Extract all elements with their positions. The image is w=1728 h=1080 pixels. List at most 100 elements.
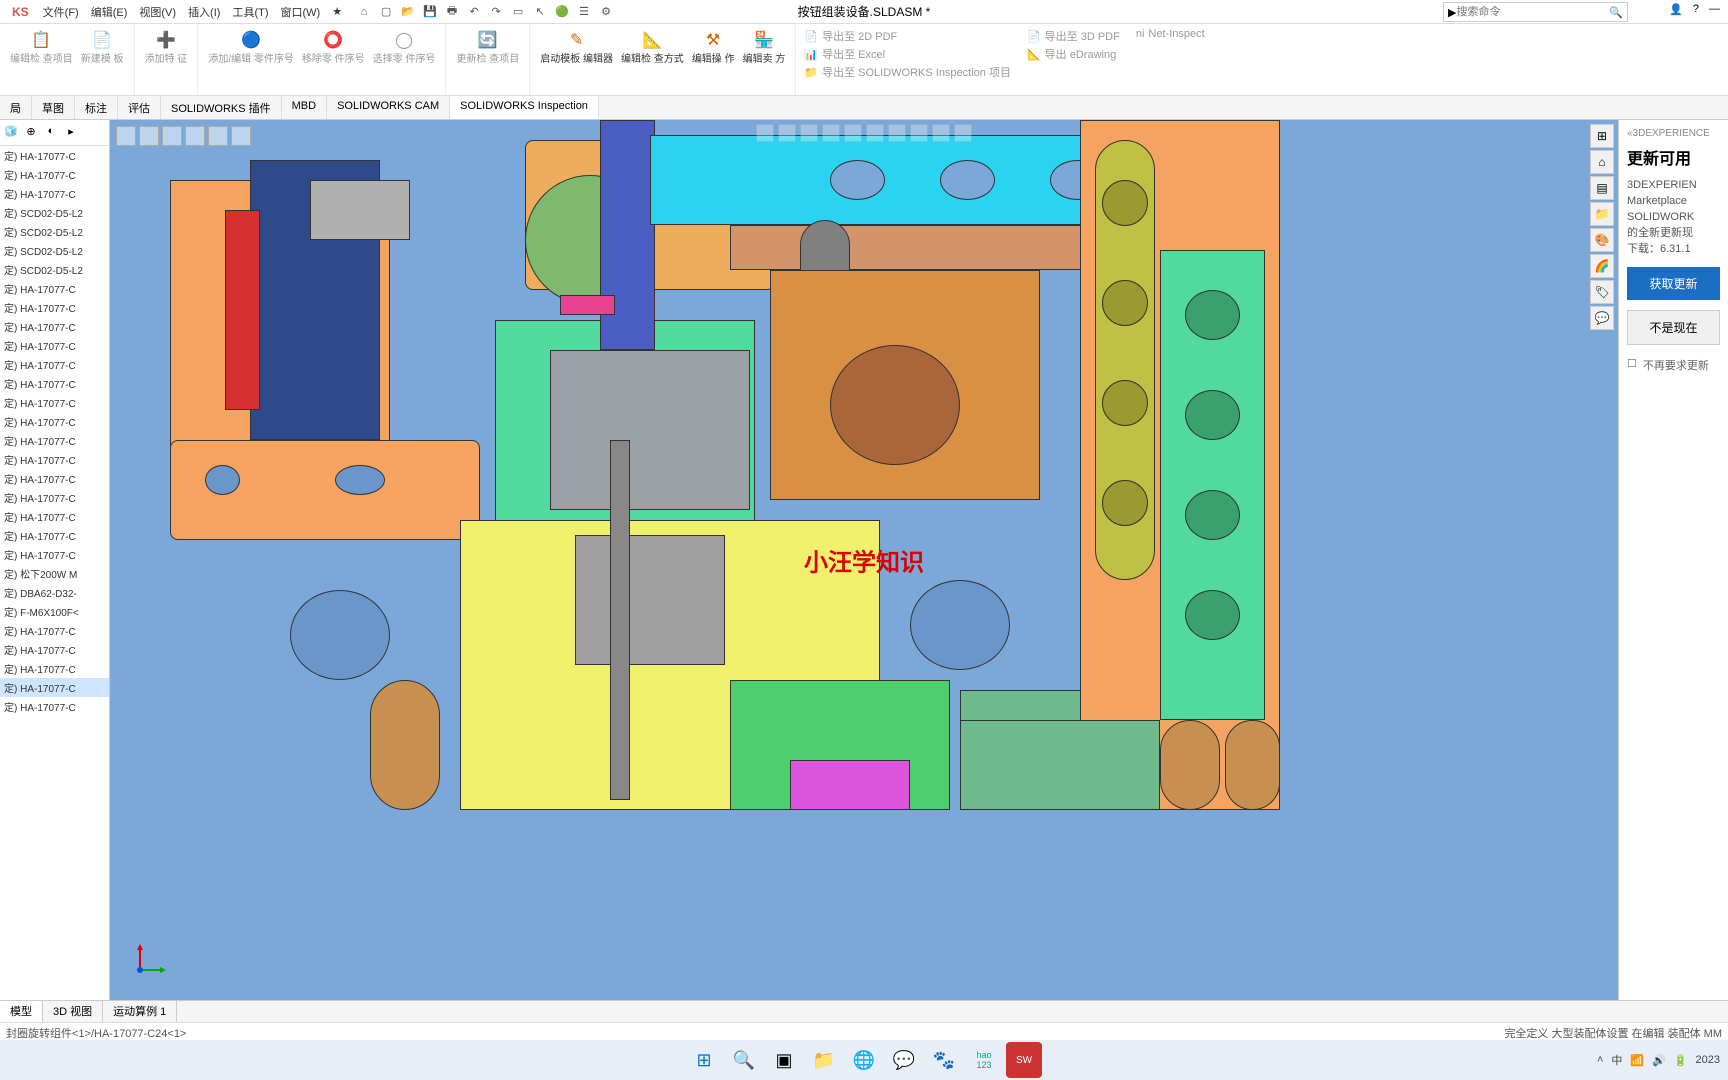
explorer-icon[interactable]: 📁 bbox=[806, 1042, 842, 1078]
tab-layout[interactable]: 局 bbox=[0, 96, 32, 119]
tree-item[interactable]: 定) HA-17077-C bbox=[0, 621, 109, 640]
tree-item[interactable]: 定) HA-17077-C bbox=[0, 678, 109, 697]
search-glass-icon[interactable]: 🔍 bbox=[1609, 6, 1623, 19]
tab-model[interactable]: 模型 bbox=[0, 1001, 43, 1022]
solidworks-icon[interactable]: SW bbox=[1006, 1042, 1042, 1078]
tree-item[interactable]: 定) HA-17077-C bbox=[0, 469, 109, 488]
tree-item[interactable]: 定) HA-17077-C bbox=[0, 355, 109, 374]
menu-window[interactable]: 窗口(W) bbox=[275, 4, 327, 20]
search-input[interactable] bbox=[1456, 6, 1609, 18]
tree-item[interactable]: 定) HA-17077-C bbox=[0, 298, 109, 317]
export-edrawing[interactable]: 📐导出 eDrawing bbox=[1027, 46, 1120, 62]
scene-icon[interactable] bbox=[932, 124, 950, 142]
tab-motion[interactable]: 运动算例 1 bbox=[103, 1001, 177, 1022]
undo-icon[interactable]: ↶ bbox=[466, 4, 482, 20]
options-icon[interactable]: ☰ bbox=[576, 4, 592, 20]
dont-ask-check[interactable]: ☐ 不再要求更新 bbox=[1627, 357, 1720, 373]
menu-tools[interactable]: 工具(T) bbox=[226, 4, 274, 20]
net-inspect[interactable]: niNet-Inspect bbox=[1136, 28, 1205, 40]
tree-item[interactable]: 定) F-M6X100F< bbox=[0, 602, 109, 621]
zoom-fit-icon[interactable] bbox=[756, 124, 774, 142]
add-balloon-button[interactable]: 🔵添加/编辑 零件序号 bbox=[204, 26, 298, 68]
edit-vendor-button[interactable]: 🏪编辑卖 方 bbox=[739, 26, 790, 68]
tree-item[interactable]: 定) SCD02-D5-L2 bbox=[0, 222, 109, 241]
edge-icon[interactable]: 🌐 bbox=[846, 1042, 882, 1078]
tree-item[interactable]: 定) HA-17077-C bbox=[0, 640, 109, 659]
baidu-icon[interactable]: 🐾 bbox=[926, 1042, 962, 1078]
tree-item[interactable]: 定) HA-17077-C bbox=[0, 697, 109, 716]
tab-inspection[interactable]: SOLIDWORKS Inspection bbox=[450, 96, 599, 119]
home-icon[interactable]: ⌂ bbox=[356, 4, 372, 20]
add-feature-button[interactable]: ➕添加特 征 bbox=[141, 26, 192, 68]
tree-item[interactable]: 定) HA-17077-C bbox=[0, 412, 109, 431]
3d-viewport[interactable]: ⊞ ⌂ ▤ 📁 🎨 🌈 🏷 💬 bbox=[110, 120, 1618, 1000]
edit-method-button[interactable]: 📐编辑检 查方式 bbox=[617, 26, 688, 68]
wechat-icon[interactable]: 💬 bbox=[886, 1042, 922, 1078]
tree-item[interactable]: 定) HA-17077-C bbox=[0, 336, 109, 355]
save-icon[interactable]: 💾 bbox=[422, 4, 438, 20]
tree-expand-icon[interactable]: ▸ bbox=[62, 122, 80, 140]
menu-star-icon[interactable]: ★ bbox=[326, 5, 348, 18]
tree-item[interactable]: 定) HA-17077-C bbox=[0, 545, 109, 564]
export-3d-pdf[interactable]: 📄导出至 3D PDF bbox=[1027, 28, 1120, 44]
tree-item[interactable]: 定) HA-17077-C bbox=[0, 279, 109, 298]
tree-item[interactable]: 定) HA-17077-C bbox=[0, 450, 109, 469]
tree-item[interactable]: 定) HA-17077-C bbox=[0, 317, 109, 336]
tree-item[interactable]: 定) SCD02-D5-L2 bbox=[0, 241, 109, 260]
tree-item[interactable]: 定) HA-17077-C bbox=[0, 507, 109, 526]
tree-item[interactable]: 定) HA-17077-C bbox=[0, 659, 109, 678]
tree-display-icon[interactable]: ◐ bbox=[42, 122, 60, 140]
new-icon[interactable]: ▢ bbox=[378, 4, 394, 20]
tree-feature-icon[interactable]: 🧊 bbox=[2, 122, 20, 140]
export-inspection[interactable]: 📁导出至 SOLIDWORKS Inspection 项目 bbox=[804, 64, 1011, 80]
appearance-icon[interactable] bbox=[910, 124, 928, 142]
tree-config-icon[interactable]: ⊕ bbox=[22, 122, 40, 140]
tab-sketch[interactable]: 草图 bbox=[32, 96, 75, 119]
tree-item[interactable]: 定) HA-17077-C bbox=[0, 146, 109, 165]
tree-item[interactable]: 定) 松下200W M bbox=[0, 564, 109, 583]
edit-inspect-button[interactable]: 📋编辑检 查项目 bbox=[6, 26, 77, 68]
tree-item[interactable]: 定) HA-17077-C bbox=[0, 393, 109, 412]
tray-chevron-icon[interactable]: ˄ bbox=[1597, 1054, 1603, 1066]
not-now-button[interactable]: 不是现在 bbox=[1627, 310, 1720, 345]
clock[interactable]: 2023 bbox=[1696, 1054, 1720, 1066]
export-2d-pdf[interactable]: 📄导出至 2D PDF bbox=[804, 28, 1011, 44]
cursor-icon[interactable]: ↖ bbox=[532, 4, 548, 20]
tree-item[interactable]: 定) HA-17077-C bbox=[0, 374, 109, 393]
tree-item[interactable]: 定) SCD02-D5-L2 bbox=[0, 203, 109, 222]
tree-item[interactable]: 定) HA-17077-C bbox=[0, 184, 109, 203]
minimize-icon[interactable]: — bbox=[1709, 3, 1720, 16]
open-icon[interactable]: 📂 bbox=[400, 4, 416, 20]
tab-addins[interactable]: SOLIDWORKS 插件 bbox=[161, 96, 282, 119]
select-balloon-button[interactable]: ◯选择零 件序号 bbox=[369, 26, 440, 68]
new-template-button[interactable]: 📄新建模 板 bbox=[77, 26, 128, 68]
hao123-icon[interactable]: hao123 bbox=[966, 1042, 1002, 1078]
menu-view[interactable]: 视图(V) bbox=[133, 4, 182, 20]
tab-3dview[interactable]: 3D 视图 bbox=[43, 1001, 103, 1022]
view-orient-icon[interactable] bbox=[844, 124, 862, 142]
get-update-button[interactable]: 获取更新 bbox=[1627, 267, 1720, 300]
tab-cam[interactable]: SOLIDWORKS CAM bbox=[327, 96, 450, 119]
menu-file[interactable]: 文件(F) bbox=[37, 4, 85, 20]
volume-icon[interactable]: 🔊 bbox=[1652, 1054, 1666, 1067]
hide-show-icon[interactable] bbox=[888, 124, 906, 142]
export-excel[interactable]: 📊导出至 Excel bbox=[804, 46, 1011, 62]
edit-operation-button[interactable]: ⚒编辑操 作 bbox=[688, 26, 739, 68]
ime-indicator[interactable]: 中 bbox=[1611, 1052, 1622, 1068]
tab-mbd[interactable]: MBD bbox=[282, 96, 327, 119]
display-style-icon[interactable] bbox=[866, 124, 884, 142]
redo-icon[interactable]: ↷ bbox=[488, 4, 504, 20]
tree-item[interactable]: 定) HA-17077-C bbox=[0, 488, 109, 507]
settings-icon[interactable]: ⚙ bbox=[598, 4, 614, 20]
tab-evaluate[interactable]: 评估 bbox=[118, 96, 161, 119]
search-taskbar-icon[interactable]: 🔍 bbox=[726, 1042, 762, 1078]
feature-tree[interactable]: 定) HA-17077-C定) HA-17077-C定) HA-17077-C定… bbox=[0, 146, 109, 1000]
print-icon[interactable]: 🖶 bbox=[444, 4, 460, 20]
menu-insert[interactable]: 插入(I) bbox=[182, 4, 226, 20]
command-search[interactable]: ▶ 🔍 bbox=[1443, 2, 1628, 22]
view-settings-icon[interactable] bbox=[954, 124, 972, 142]
start-template-editor-button[interactable]: ✎启动模板 编辑器 bbox=[536, 26, 617, 68]
select-icon[interactable]: ▭ bbox=[510, 4, 526, 20]
section-icon[interactable] bbox=[822, 124, 840, 142]
zoom-area-icon[interactable] bbox=[778, 124, 796, 142]
